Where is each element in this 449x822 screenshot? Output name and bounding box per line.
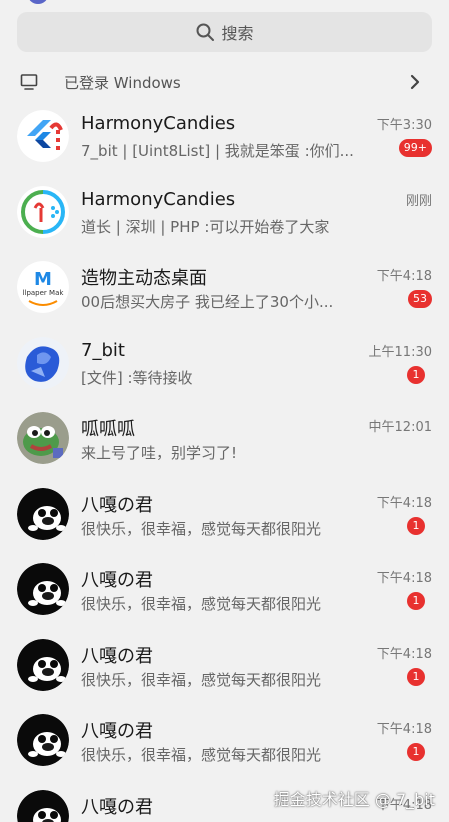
- conversation-preview: 很快乐，很幸福，感觉每天都很阳光: [81, 670, 322, 689]
- svg-text:llpaper Mak: llpaper Mak: [23, 289, 65, 297]
- unread-badge: 99+: [398, 139, 432, 157]
- unread-badge: 1: [407, 516, 425, 535]
- conversation-time: 下午4:18: [376, 495, 432, 511]
- conversation-preview: 很快乐，很幸福，感觉每天都很阳光: [81, 519, 322, 538]
- conversation-preview: 00后想买大房子 我已经上了30个小...: [81, 293, 334, 311]
- conversation-time: 下午4:18: [376, 571, 432, 586]
- computer-icon: [20, 74, 38, 90]
- conversation-time: 上午11:30: [368, 344, 432, 360]
- conversation-name: 八嘎の君: [81, 645, 153, 667]
- conversation-name: 八嘎の君: [81, 494, 153, 516]
- conversation-preview: 很快乐，很幸福，感觉每天都很阳光: [81, 746, 322, 764]
- unread-badge: 1: [407, 743, 425, 761]
- conversation-list: HarmonyCandies 7_bit | [Uint8List] | 我就是笨…: [0, 100, 449, 822]
- unread-badge: 1: [407, 592, 425, 610]
- conversation-name: 7_bit: [81, 339, 125, 361]
- conversation-time: 下午4:18: [376, 722, 432, 737]
- logged-in-device-bar[interactable]: 已登录 Windows: [0, 64, 449, 100]
- conversation-name: HarmonyCandies: [81, 113, 236, 134]
- device-label: 已登录 Windows: [64, 73, 181, 92]
- conversation-time: 刚刚: [405, 193, 432, 209]
- conversation-item[interactable]: 八嘎の君很快乐，很幸福，感觉每天都很阳光 下午4:18 1: [0, 478, 449, 554]
- top-avatar-sliver: [28, 0, 48, 4]
- conversation-preview: 道长 | 深圳 | PHP :可以开始卷了大家: [81, 217, 330, 236]
- unread-badge: 1: [407, 365, 425, 384]
- conversation-name: 八嘎の君: [81, 570, 153, 591]
- conversation-item[interactable]: 八嘎の君很快乐，很幸福，感觉每天都很阳光 下午4:18 1: [0, 553, 449, 629]
- blue-paint-avatar: [17, 336, 69, 389]
- penguin-avatar: [17, 487, 69, 540]
- penguin-avatar: [17, 563, 69, 615]
- conversation-name: 八嘎の君: [81, 796, 153, 818]
- penguin-avatar: [17, 714, 69, 766]
- harmony-candy-avatar: [17, 185, 69, 238]
- conversation-preview: [文件] :等待接收: [81, 368, 193, 387]
- conversation-time: 下午4:18: [376, 269, 432, 284]
- search-label: 搜索: [221, 24, 254, 43]
- conversation-name: 呱呱呱: [81, 419, 135, 440]
- conversation-item[interactable]: 八嘎の君很快乐，很幸福，感觉每天都很阳光 下午4:18 1: [0, 704, 449, 780]
- conversation-preview: 来上号了哇，别学习了!: [81, 444, 238, 462]
- penguin-avatar: [17, 789, 69, 822]
- conversation-preview: 很快乐，很幸福，感觉每天都很阳光: [81, 595, 322, 613]
- watermark: 掘金技术社区 @ 7_bit: [273, 790, 435, 809]
- conversation-item[interactable]: HarmonyCandies 道长 | 深圳 | PHP :可以开始卷了大家 刚刚: [0, 176, 449, 252]
- search-bar[interactable]: 搜索: [17, 12, 432, 52]
- conversation-item[interactable]: 八嘎の君很快乐，很幸福，感觉每天都很阳光 下午4:18 1: [0, 629, 449, 705]
- conversation-item[interactable]: 7_bit [文件] :等待接收 上午11:30 1: [0, 327, 449, 403]
- search-icon: [196, 23, 215, 41]
- svg-text:M: M: [34, 269, 52, 290]
- conversation-name: HarmonyCandies: [81, 188, 236, 210]
- conversation-item[interactable]: 呱呱呱来上号了哇，别学习了! 中午12:01: [0, 402, 449, 478]
- conversation-preview: 7_bit | [Uint8List] | 我就是笨蛋 :你们...: [81, 142, 354, 160]
- conversation-time: 下午3:30: [376, 118, 432, 133]
- chevron-right-icon: [410, 74, 420, 90]
- frog-avatar: [17, 412, 69, 464]
- conversation-time: 下午4:18: [376, 646, 432, 662]
- conversation-name: 八嘎の君: [81, 721, 153, 742]
- wallpaper-maker-avatar: M llpaper Mak: [17, 261, 69, 313]
- penguin-avatar: [17, 638, 69, 691]
- unread-badge: 53: [408, 290, 432, 308]
- conversation-item[interactable]: M llpaper Mak 造物主动态桌面 00后想买大房子 我已经上了30个小.…: [0, 251, 449, 327]
- flutter-candy-avatar: [17, 110, 69, 162]
- conversation-time: 中午12:01: [368, 420, 432, 435]
- conversation-name: 造物主动态桌面: [81, 268, 207, 289]
- unread-badge: 1: [407, 667, 425, 686]
- conversation-item[interactable]: HarmonyCandies 7_bit | [Uint8List] | 我就是笨…: [0, 100, 449, 176]
